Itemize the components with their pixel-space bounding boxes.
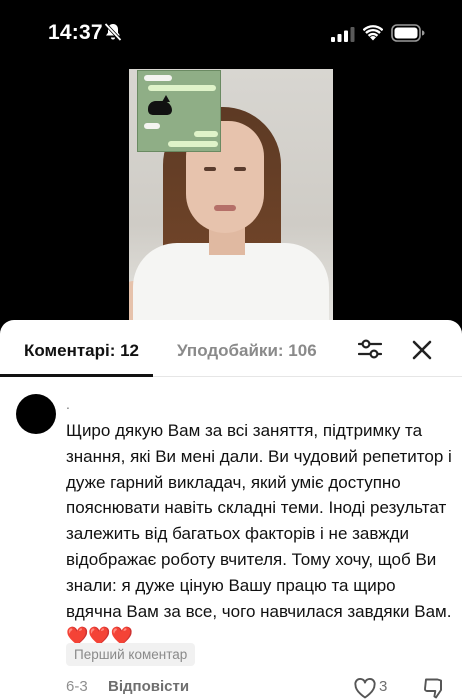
chat-bubble <box>148 85 216 91</box>
chat-screenshot-overlay <box>137 70 221 152</box>
comment-username[interactable]: . <box>66 396 70 412</box>
video-person-eye <box>204 167 216 171</box>
comments-sheet: Коментарі: 12 Уподобайки: 106 . Щиро дяк… <box>0 320 462 699</box>
bell-slash-icon <box>104 22 122 42</box>
chat-bubble <box>168 141 218 147</box>
comment-date: 6-3 <box>66 678 88 695</box>
battery-icon <box>391 24 425 42</box>
chat-bubble <box>144 75 172 81</box>
heart-outline-icon[interactable] <box>353 677 377 699</box>
video-person-mouth <box>214 205 236 211</box>
comment-text: Щиро дякую Вам за всі заняття, підтримку… <box>66 418 454 650</box>
tab-comments[interactable]: Коментарі: 12 <box>24 341 139 361</box>
first-comment-badge: Перший коментар <box>66 643 196 666</box>
tab-likes[interactable]: Уподобайки: 106 <box>177 341 317 361</box>
avatar[interactable] <box>16 394 56 434</box>
status-bar: 14:37 <box>0 0 462 66</box>
thumbs-down-icon[interactable] <box>422 677 446 699</box>
video-person-shirt <box>133 243 329 326</box>
comments-tabs: Коментарі: 12 Уподобайки: 106 <box>0 320 462 377</box>
active-tab-indicator <box>0 374 153 377</box>
video-person-eye <box>234 167 246 171</box>
like-count: 3 <box>379 678 388 695</box>
cellular-signal-icon <box>331 27 355 42</box>
chat-bubble <box>194 131 218 137</box>
comment-meta-row: 6-3 Відповісти 3 <box>66 677 462 699</box>
comment-body: Щиро дякую Вам за всі заняття, підтримку… <box>66 421 452 621</box>
filter-sliders-icon[interactable] <box>358 338 382 360</box>
chat-bubble <box>144 123 160 129</box>
reply-button[interactable]: Відповісти <box>108 678 189 695</box>
video-player[interactable] <box>0 66 462 326</box>
status-time: 14:37 <box>48 21 103 44</box>
close-icon[interactable] <box>411 339 433 361</box>
wifi-icon <box>363 25 383 41</box>
cat-sticker <box>148 95 172 115</box>
